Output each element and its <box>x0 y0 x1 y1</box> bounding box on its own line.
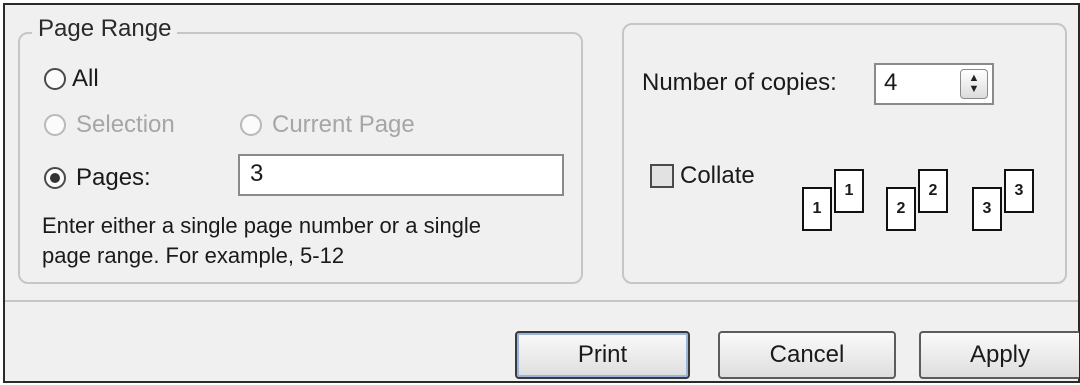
pages-input[interactable]: 3 <box>238 154 564 196</box>
selection-radio <box>44 114 66 136</box>
all-label: All <box>72 65 99 92</box>
print-button[interactable]: Print <box>515 331 690 379</box>
collate-label: Collate <box>680 162 755 189</box>
pages-radio-row[interactable]: Pages: <box>44 164 151 192</box>
selection-label: Selection <box>76 111 175 138</box>
current-page-radio-row: Current Page <box>240 111 415 139</box>
current-page-label: Current Page <box>272 111 415 138</box>
copies-spinner[interactable]: 4 ▲ ▼ <box>874 63 994 105</box>
pages-label: Pages: <box>76 164 151 191</box>
collate-page-back-2: 2 <box>918 169 948 213</box>
all-radio[interactable] <box>44 68 66 90</box>
copies-value[interactable]: 4 <box>884 69 897 97</box>
collate-page-back-1: 1 <box>834 169 864 213</box>
print-dialog: Page Range All Selection Current Page Pa… <box>3 3 1080 383</box>
collate-page-front-3: 3 <box>972 187 1002 231</box>
copies-group: Number of copies: 4 ▲ ▼ Collate 1 1 2 2 3… <box>622 23 1067 284</box>
current-page-radio <box>240 114 262 136</box>
copies-label: Number of copies: <box>642 69 837 96</box>
collate-checkbox[interactable] <box>650 164 674 188</box>
page-range-title: Page Range <box>32 15 178 43</box>
spin-up-down-icon[interactable]: ▲ ▼ <box>960 69 988 99</box>
apply-button[interactable]: Apply <box>919 331 1079 379</box>
cancel-button[interactable]: Cancel <box>718 331 896 379</box>
pages-radio[interactable] <box>44 167 66 189</box>
selection-radio-row: Selection <box>44 111 175 139</box>
footer-separator <box>5 300 1078 302</box>
page-range-group: Page Range All Selection Current Page Pa… <box>18 15 583 284</box>
collate-page-back-3: 3 <box>1004 169 1034 213</box>
all-radio-row[interactable]: All <box>44 65 99 93</box>
page-range-hint: Enter either a single page number or a s… <box>42 211 582 271</box>
hint-line-1: Enter either a single page number or a s… <box>42 213 482 238</box>
collate-page-front-1: 1 <box>802 187 832 231</box>
collate-page-front-2: 2 <box>886 187 916 231</box>
collate-row[interactable]: Collate <box>650 162 755 190</box>
hint-line-2: page range. For example, 5-12 <box>42 243 345 268</box>
